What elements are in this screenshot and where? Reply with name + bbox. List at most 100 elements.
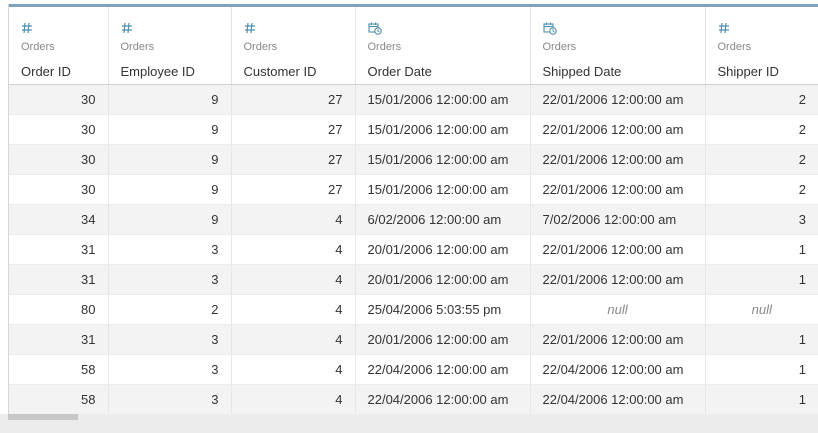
table-cell[interactable]: 27 bbox=[231, 144, 356, 175]
table-cell[interactable]: 9 bbox=[108, 144, 232, 175]
table-cell[interactable]: 9 bbox=[108, 114, 232, 145]
table-row: 58 3 4 22/04/2006 12:00:00 am 22/04/2006 12:… bbox=[9, 354, 818, 385]
table-cell[interactable]: 20/01/2006 12:00:00 am bbox=[355, 264, 531, 295]
table-cell[interactable]: 9 bbox=[108, 204, 232, 235]
table-cell[interactable]: 3 bbox=[108, 234, 232, 265]
table-cell[interactable]: 2 bbox=[705, 114, 818, 145]
table-cell[interactable]: 4 bbox=[231, 294, 356, 325]
grid-body: 30 9 27 15/01/2006 12:00:00 am 22/01/2006 12… bbox=[9, 84, 818, 415]
table-cell[interactable]: 4 bbox=[231, 384, 356, 415]
number-icon bbox=[21, 22, 108, 36]
table-cell[interactable]: 20/01/2006 12:00:00 am bbox=[355, 324, 531, 355]
datetime-icon bbox=[542, 22, 705, 36]
table-row: 30 9 27 15/01/2006 12:00:00 am 22/01/2006 12… bbox=[9, 144, 818, 175]
table-cell[interactable]: 1 bbox=[705, 324, 818, 355]
column-title: Shipped Date bbox=[542, 64, 622, 79]
column-header-employee-id[interactable]: Orders Employee ID bbox=[108, 7, 232, 85]
table-cell[interactable]: 1 bbox=[705, 384, 818, 415]
number-icon bbox=[121, 22, 231, 36]
table-cell[interactable]: 3 bbox=[108, 324, 232, 355]
table-cell[interactable]: 22/04/2006 12:00:00 am bbox=[355, 384, 531, 415]
horizontal-scrollbar-thumb[interactable] bbox=[8, 414, 78, 420]
table-cell[interactable]: 4 bbox=[231, 324, 356, 355]
table-cell[interactable]: 27 bbox=[231, 84, 356, 115]
table-cell[interactable]: 22/04/2006 12:00:00 am bbox=[355, 354, 531, 385]
table-cell[interactable]: 25/04/2006 5:03:55 pm bbox=[355, 294, 531, 325]
column-header-customer-id[interactable]: Orders Customer ID bbox=[231, 7, 356, 85]
number-icon bbox=[718, 22, 818, 36]
column-source-label: Orders bbox=[542, 41, 577, 53]
table-row: 30 9 27 15/01/2006 12:00:00 am 22/01/2006 12… bbox=[9, 114, 818, 145]
column-title: Shipper ID bbox=[717, 64, 779, 79]
table-cell[interactable]: 6/02/2006 12:00:00 am bbox=[355, 204, 531, 235]
table-cell[interactable]: 3 bbox=[108, 264, 232, 295]
table-cell[interactable]: 2 bbox=[705, 174, 818, 205]
table-cell[interactable]: 31 bbox=[9, 324, 109, 355]
table-cell[interactable]: 58 bbox=[9, 354, 109, 385]
data-grid-view: Orders Order ID Orders Employee ID Orders Cus… bbox=[0, 0, 818, 433]
table-cell[interactable]: 4 bbox=[231, 354, 356, 385]
grid-header: Orders Order ID Orders Employee ID Orders Cus… bbox=[9, 7, 818, 85]
table-cell[interactable]: 22/04/2006 12:00:00 am bbox=[530, 354, 706, 385]
table-row: 31 3 4 20/01/2006 12:00:00 am 22/01/2006 12:… bbox=[9, 264, 818, 295]
table-cell[interactable]: 15/01/2006 12:00:00 am bbox=[355, 114, 531, 145]
table-cell[interactable]: 22/04/2006 12:00:00 am bbox=[530, 384, 706, 415]
table-cell[interactable]: 1 bbox=[705, 234, 818, 265]
bottom-status-strip bbox=[0, 420, 818, 433]
table-row: 80 2 4 25/04/2006 5:03:55 pm null null bbox=[9, 294, 818, 325]
table-cell[interactable]: 80 bbox=[9, 294, 109, 325]
table-cell[interactable]: 2 bbox=[108, 294, 232, 325]
table-row: 34 9 4 6/02/2006 12:00:00 am 7/02/2006 12:00… bbox=[9, 204, 818, 235]
table-cell[interactable]: 22/01/2006 12:00:00 am bbox=[530, 144, 706, 175]
table-cell[interactable]: 20/01/2006 12:00:00 am bbox=[355, 234, 531, 265]
table-cell[interactable]: 22/01/2006 12:00:00 am bbox=[530, 174, 706, 205]
table-cell[interactable]: 27 bbox=[231, 114, 356, 145]
table-cell[interactable]: 22/01/2006 12:00:00 am bbox=[530, 264, 706, 295]
table-cell[interactable]: 22/01/2006 12:00:00 am bbox=[530, 324, 706, 355]
table-cell[interactable]: 31 bbox=[9, 264, 109, 295]
column-title: Order Date bbox=[367, 64, 432, 79]
null-cell[interactable]: null bbox=[705, 294, 818, 325]
datetime-icon bbox=[367, 22, 530, 36]
table-cell[interactable]: 27 bbox=[231, 174, 356, 205]
table-row: 30 9 27 15/01/2006 12:00:00 am 22/01/2006 12… bbox=[9, 84, 818, 115]
column-source-label: Orders bbox=[21, 41, 55, 53]
table-cell[interactable]: 30 bbox=[9, 174, 109, 205]
null-cell[interactable]: null bbox=[530, 294, 706, 325]
table-cell[interactable]: 22/01/2006 12:00:00 am bbox=[530, 84, 706, 115]
table-cell[interactable]: 3 bbox=[108, 384, 232, 415]
table-cell[interactable]: 3 bbox=[108, 354, 232, 385]
number-icon bbox=[244, 22, 355, 36]
table-cell[interactable]: 34 bbox=[9, 204, 109, 235]
table-cell[interactable]: 9 bbox=[108, 174, 232, 205]
table-cell[interactable]: 3 bbox=[705, 204, 818, 235]
column-header-order-date[interactable]: Orders Order Date bbox=[355, 7, 531, 85]
table-cell[interactable]: 2 bbox=[705, 84, 818, 115]
table-cell[interactable]: 9 bbox=[108, 84, 232, 115]
table-cell[interactable]: 30 bbox=[9, 84, 109, 115]
column-title: Employee ID bbox=[120, 64, 195, 79]
table-cell[interactable]: 30 bbox=[9, 144, 109, 175]
table-cell[interactable]: 4 bbox=[231, 264, 356, 295]
table-cell[interactable]: 2 bbox=[705, 144, 818, 175]
column-header-shipper-id[interactable]: Orders Shipper ID bbox=[705, 7, 818, 85]
table-cell[interactable]: 15/01/2006 12:00:00 am bbox=[355, 84, 531, 115]
table-cell[interactable]: 22/01/2006 12:00:00 am bbox=[530, 114, 706, 145]
table-cell[interactable]: 58 bbox=[9, 384, 109, 415]
table-cell[interactable]: 30 bbox=[9, 114, 109, 145]
table-row: 31 3 4 20/01/2006 12:00:00 am 22/01/2006 12:… bbox=[9, 234, 818, 265]
table-cell[interactable]: 1 bbox=[705, 354, 818, 385]
data-grid: Orders Order ID Orders Employee ID Orders Cus… bbox=[9, 7, 818, 415]
table-cell[interactable]: 4 bbox=[231, 234, 356, 265]
table-cell[interactable]: 15/01/2006 12:00:00 am bbox=[355, 174, 531, 205]
table-cell[interactable]: 4 bbox=[231, 204, 356, 235]
table-cell[interactable]: 15/01/2006 12:00:00 am bbox=[355, 144, 531, 175]
table-cell[interactable]: 1 bbox=[705, 264, 818, 295]
column-header-shipped-date[interactable]: Orders Shipped Date bbox=[530, 7, 706, 85]
column-header-order-id[interactable]: Orders Order ID bbox=[9, 7, 109, 85]
table-cell[interactable]: 7/02/2006 12:00:00 am bbox=[530, 204, 706, 235]
table-cell[interactable]: 31 bbox=[9, 234, 109, 265]
header-row: Orders Order ID Orders Employee ID Orders Cus… bbox=[9, 7, 818, 85]
column-source-label: Orders bbox=[367, 41, 402, 53]
table-cell[interactable]: 22/01/2006 12:00:00 am bbox=[530, 234, 706, 265]
